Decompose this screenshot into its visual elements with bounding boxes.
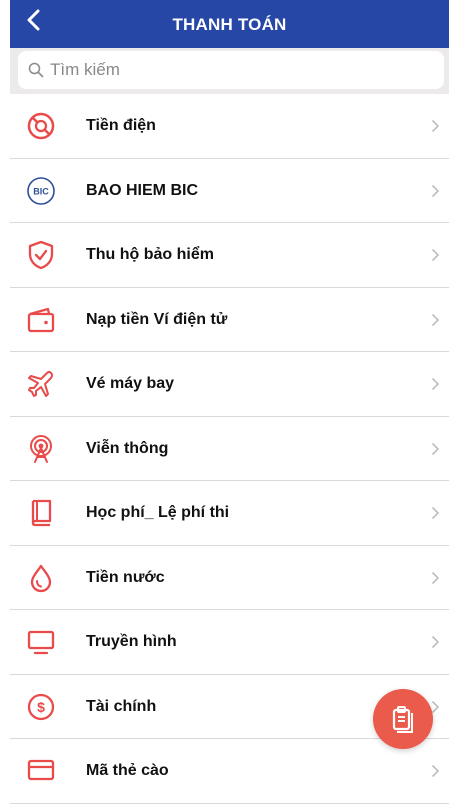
chevron-right-icon bbox=[431, 442, 440, 455]
clipboard-icon bbox=[392, 706, 413, 733]
chevron-right-icon bbox=[431, 313, 440, 326]
list-item-truyen-hinh[interactable]: Truyền hình bbox=[10, 610, 449, 675]
airplane-icon bbox=[28, 370, 54, 397]
search-input[interactable] bbox=[50, 51, 430, 89]
list-item-ma-the-cao[interactable]: Mã thẻ cào bbox=[10, 739, 449, 804]
list-item-label: Tiền nước bbox=[86, 568, 165, 586]
search-box[interactable] bbox=[18, 51, 444, 89]
top-bar: THANH TOÁN bbox=[10, 0, 449, 48]
electricity-icon bbox=[27, 112, 55, 140]
chevron-right-icon bbox=[431, 571, 440, 584]
page-title: THANH TOÁN bbox=[172, 15, 287, 34]
list-item-bao-hiem-bic[interactable]: BIC BAO HIEM BIC bbox=[10, 159, 449, 223]
list-item-ve-may-bay[interactable]: Vé máy bay bbox=[10, 352, 449, 417]
card-icon bbox=[27, 759, 55, 781]
list-item-nap-tien-vi[interactable]: Nạp tiền Ví điện tử bbox=[10, 288, 449, 352]
bic-logo-icon: BIC bbox=[27, 176, 55, 205]
list-item-label: Vé máy bay bbox=[86, 375, 175, 392]
search-bar bbox=[10, 48, 449, 94]
list-item-label: Thu hộ bảo hiểm bbox=[86, 246, 214, 263]
tv-icon bbox=[27, 630, 55, 655]
shield-check-icon bbox=[28, 240, 54, 270]
list-item-label: Mã thẻ cào bbox=[86, 762, 169, 779]
chevron-right-icon bbox=[431, 700, 440, 713]
antenna-icon bbox=[30, 434, 52, 463]
list-item-thu-ho-bao-hiem[interactable]: Thu hộ bảo hiểm bbox=[10, 223, 449, 288]
list-item-label: Tài chính bbox=[86, 697, 157, 715]
search-icon bbox=[28, 62, 44, 78]
water-drop-icon bbox=[30, 564, 52, 592]
chevron-right-icon bbox=[431, 764, 440, 778]
list-item-label: Nạp tiền Ví điện tử bbox=[86, 310, 228, 328]
list-item-hoc-phi[interactable]: Học phí_ Lệ phí thi bbox=[10, 481, 449, 546]
list-item-tien-nuoc[interactable]: Tiền nước bbox=[10, 546, 449, 610]
chevron-right-icon bbox=[431, 377, 440, 391]
list-item-label: Học phí_ Lệ phí thi bbox=[86, 504, 230, 521]
list-item-label: Truyền hình bbox=[86, 633, 177, 650]
chevron-right-icon bbox=[431, 184, 440, 197]
floating-action-button[interactable] bbox=[373, 689, 433, 749]
list-item-label: Tiền điện bbox=[86, 117, 156, 134]
wallet-icon bbox=[27, 307, 55, 332]
bic-logo-text: BIC bbox=[33, 186, 49, 196]
list-item-tien-dien[interactable]: Tiền điện bbox=[10, 94, 449, 159]
list-item-vien-thong[interactable]: Viễn thông bbox=[10, 417, 449, 481]
list-item-label: BAO HIEM BIC bbox=[86, 181, 198, 199]
book-icon bbox=[31, 499, 52, 527]
chevron-right-icon bbox=[431, 635, 440, 649]
list-item-label: Viễn thông bbox=[86, 439, 169, 457]
chevron-right-icon bbox=[431, 119, 440, 133]
svg-text:$: $ bbox=[37, 699, 45, 715]
dollar-coin-icon: $ bbox=[27, 693, 55, 720]
chevron-right-icon bbox=[431, 248, 440, 262]
chevron-right-icon bbox=[431, 506, 440, 520]
